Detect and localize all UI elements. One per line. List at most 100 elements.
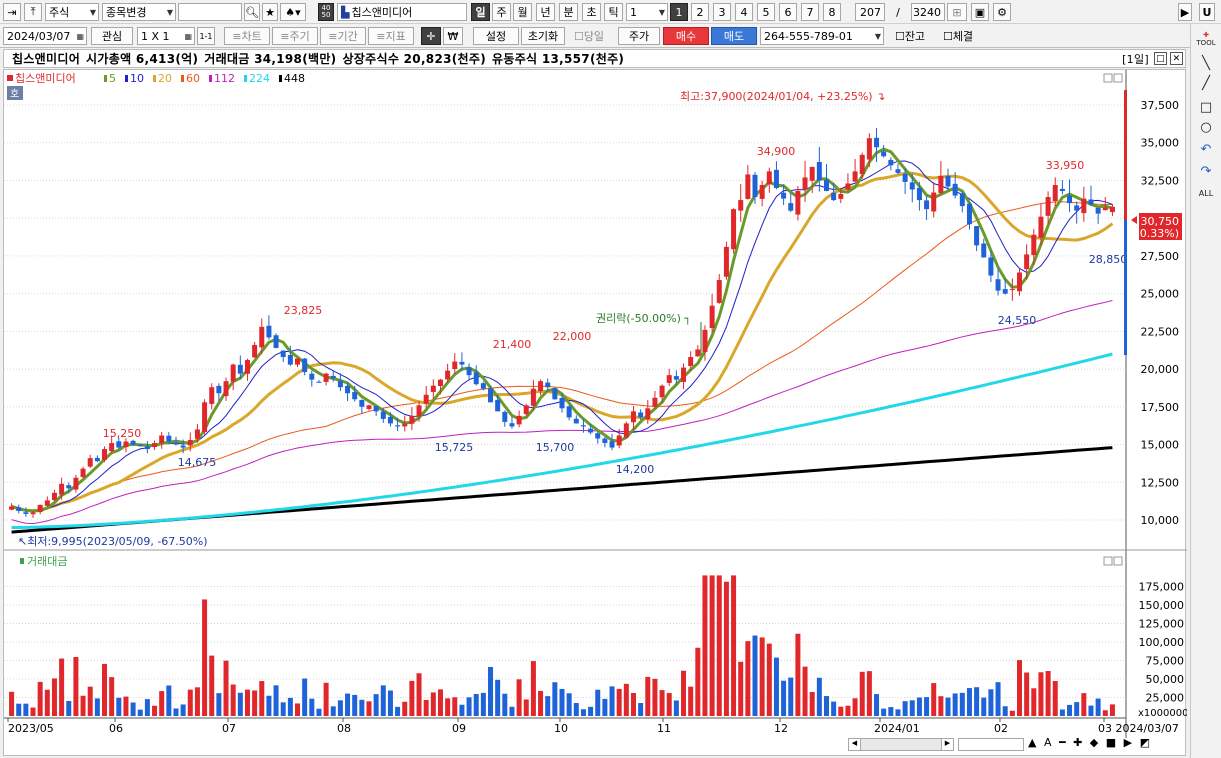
period-month[interactable]: 월 <box>513 3 532 21</box>
top-icon[interactable]: ⤒ <box>24 3 42 21</box>
star-icon[interactable]: ★ <box>262 3 278 21</box>
cycle-button-label: ≡주기 <box>280 30 310 43</box>
volume-bar <box>716 575 722 716</box>
zoom-icon[interactable]: ⊞ <box>947 3 967 21</box>
volume-pane-minimize-icon[interactable] <box>1103 556 1113 566</box>
candle-body <box>194 429 200 439</box>
page-7[interactable]: 7 <box>801 3 819 21</box>
page-5[interactable]: 5 <box>757 3 775 21</box>
scroll-right-icon[interactable]: ▶ <box>941 739 953 750</box>
sameday-checkbox[interactable]: ☐ 당일 <box>567 27 611 45</box>
period-week[interactable]: 주 <box>492 3 511 21</box>
page-6[interactable]: 6 <box>779 3 797 21</box>
save-icon[interactable]: ▣ <box>971 3 989 21</box>
tool-label-icon[interactable]: ✚ TOOL <box>1196 30 1215 48</box>
pane-close-icon[interactable] <box>1113 73 1123 83</box>
stock-info-bar: 칩스앤미디어 시가총액 6,413(억) 거래대금 34,198(백만) 상장주… <box>3 49 1186 68</box>
volume-bar <box>94 698 100 716</box>
circle-tool-icon[interactable]: ○ <box>1197 118 1215 136</box>
x-tick-label: 07 <box>222 722 236 735</box>
high-annotation: 최고:37,900(2024/01/04, +23.25%) ↴ <box>680 90 885 103</box>
count-input[interactable]: 207 <box>855 3 885 21</box>
cycle-button[interactable]: ≡주기 <box>272 27 318 45</box>
candle-body <box>916 187 922 201</box>
spade-icon[interactable]: ♠▾ <box>280 3 306 21</box>
drawing-tool-panel: ✚ TOOL ╲ ╱ □ ○ ↶ ↷ ALL <box>1190 24 1221 758</box>
page-1[interactable]: 1 <box>670 3 688 21</box>
peak-label: 21,400 <box>493 338 532 351</box>
delete-all-icon[interactable]: ALL <box>1197 184 1215 202</box>
page-2[interactable]: 2 <box>691 3 709 21</box>
volume-bar <box>309 698 315 716</box>
layout-select[interactable]: 1 X 1 ▦ <box>137 27 195 45</box>
candle-body <box>9 506 15 510</box>
reset-button[interactable]: 초기화 <box>521 27 565 45</box>
chart-button[interactable]: ≡차트 <box>224 27 270 45</box>
redo-icon[interactable]: ↷ <box>1197 162 1215 180</box>
code-value: 094360 <box>182 5 224 19</box>
page-4[interactable]: 4 <box>735 3 753 21</box>
scroll-left-icon[interactable]: ◀ <box>849 739 861 750</box>
volume-bar <box>673 700 679 716</box>
pane-minimize-icon[interactable] <box>1103 73 1113 83</box>
interval-select[interactable]: 1 ▼ <box>626 3 668 21</box>
buy-button[interactable]: 매수 <box>663 27 709 45</box>
undo-icon[interactable]: ↶ <box>1197 140 1215 158</box>
search-icon[interactable]: 🔍︎ <box>244 3 260 21</box>
date-field[interactable]: 2024/03/07 ▦ <box>3 27 87 45</box>
scroll-track[interactable]: ◀ ▶ <box>848 738 954 751</box>
market-select[interactable]: 주식 ▼ <box>45 3 99 21</box>
candle-body <box>202 402 208 433</box>
indicator-button[interactable]: ≡지표 <box>368 27 414 45</box>
one-one-button[interactable]: 1-1 <box>197 27 215 45</box>
chart-panel[interactable]: 칩스앤미디어 5 10 20 60 112 224 448 호 15,250 23,825 21… <box>3 69 1188 757</box>
account-select[interactable]: 264-555-789-01 ▼ <box>760 27 884 45</box>
rectangle-tool-icon[interactable]: □ <box>1197 98 1215 116</box>
zoom-slider[interactable] <box>958 738 1024 751</box>
close-icon[interactable]: ✕ <box>1170 52 1183 65</box>
volume-tick-label: 175,000 <box>1139 581 1185 594</box>
watch-button[interactable]: 관심 <box>91 27 133 45</box>
crosshair-icon[interactable]: ✛ <box>421 27 441 45</box>
period-second[interactable]: 초 <box>582 3 601 21</box>
period-day[interactable]: 일 <box>471 3 490 21</box>
balance-checkbox[interactable]: ☐ 잔고 <box>888 27 932 45</box>
page-8[interactable]: 8 <box>823 3 841 21</box>
line-tool-icon[interactable]: ╲ <box>1197 54 1215 72</box>
pin-icon[interactable]: ⇥ <box>3 3 21 21</box>
ratio-badge[interactable]: 40 50 <box>318 3 334 21</box>
chart-nav-controls[interactable]: ▲ A ━ ✚ ◆ ■ ▶ ◩ <box>1028 736 1152 749</box>
code-input[interactable]: 094360 ▼ <box>178 3 242 21</box>
won-button[interactable]: ₩ <box>443 27 463 45</box>
price-button[interactable]: 주가 <box>618 27 660 45</box>
filled-checkbox[interactable]: ☐ 체결 <box>936 27 980 45</box>
period-year[interactable]: 년 <box>536 3 555 21</box>
maximize-icon[interactable]: □ <box>1154 52 1167 65</box>
candle-body <box>623 423 629 438</box>
stock-name-field[interactable]: ▙ 칩스앤미디어 <box>337 3 467 21</box>
settings-button[interactable]: 설정 <box>473 27 519 45</box>
range-button[interactable]: ≡기간 <box>320 27 366 45</box>
candle-body <box>945 175 951 187</box>
candle-body <box>859 154 865 175</box>
volume-bar <box>409 680 415 716</box>
volume-bar <box>931 683 937 716</box>
ray-tool-icon[interactable]: ╱ <box>1197 74 1215 92</box>
page-3[interactable]: 3 <box>713 3 731 21</box>
candle-body <box>938 175 944 193</box>
left-arrow-icon[interactable]: ▶ <box>1178 3 1192 21</box>
period-minute[interactable]: 분 <box>559 3 578 21</box>
candle-body <box>766 171 772 185</box>
candle-body <box>445 370 451 380</box>
volume-bar <box>924 697 930 716</box>
chevron-down-icon: ▼ <box>658 8 665 17</box>
candle-body <box>709 305 715 329</box>
change-item-select[interactable]: 종목변경 ▼ <box>102 3 176 21</box>
volume-pane-close-icon[interactable] <box>1113 556 1123 566</box>
gear-icon[interactable]: ⚙ <box>993 3 1011 21</box>
u-button[interactable]: U <box>1199 3 1215 21</box>
sell-button[interactable]: 매도 <box>711 27 757 45</box>
candle-body <box>266 325 272 338</box>
period-tick[interactable]: 틱 <box>604 3 623 21</box>
price-chart-svg[interactable]: 칩스앤미디어 5 10 20 60 112 224 448 호 15,250 23,825 21… <box>4 70 1188 757</box>
